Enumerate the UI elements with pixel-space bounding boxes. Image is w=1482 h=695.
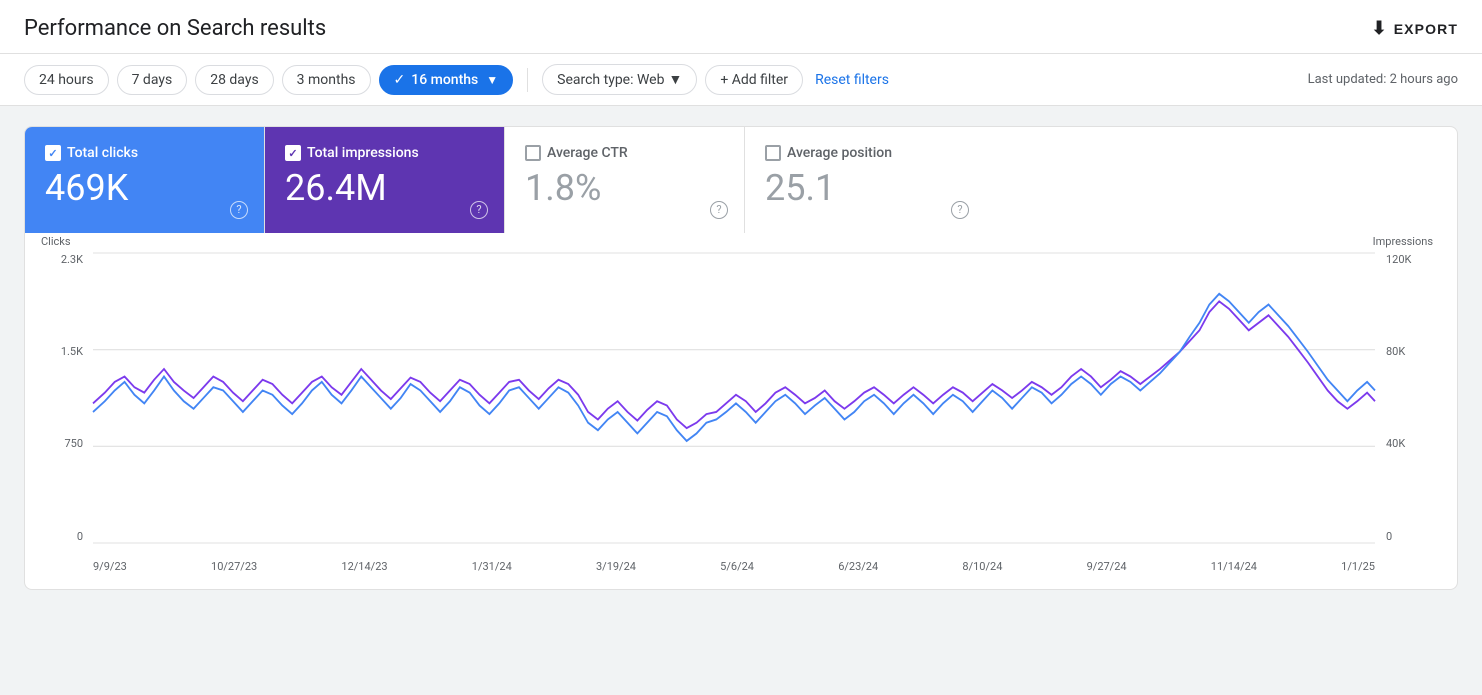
x-axis-labels: 9/9/23 10/27/23 12/14/23 1/31/24 3/19/24…	[93, 545, 1375, 573]
right-label-0: 120K	[1386, 253, 1411, 266]
metric-label-ctr: Average CTR	[547, 145, 628, 161]
checkbox-ctr[interactable]	[525, 145, 541, 161]
metric-value-position: 25.1	[765, 169, 965, 209]
metric-value-impressions: 26.4M	[285, 169, 484, 209]
metric-header-ctr: Average CTR	[525, 145, 724, 161]
x-label-6: 6/23/24	[838, 560, 878, 573]
x-label-7: 8/10/24	[962, 560, 1002, 573]
time-button-3m[interactable]: 3 months	[282, 65, 371, 95]
x-label-5: 5/6/24	[720, 560, 754, 573]
export-label: EXPORT	[1394, 21, 1458, 37]
chart-inner: Clicks Impressions 2.3K 1.5K 750 0 120K …	[41, 253, 1433, 573]
chart-svg	[93, 253, 1375, 543]
search-type-dropdown-icon: ▼	[668, 71, 682, 88]
search-type-button[interactable]: Search type: Web ▼	[542, 64, 697, 95]
last-updated-label: Last updated: 2 hours ago	[1308, 72, 1458, 87]
clicks-line	[93, 293, 1375, 440]
time-button-16m-label: 16 months	[411, 72, 478, 88]
help-icon-clicks[interactable]: ?	[230, 201, 248, 219]
chart-container: Clicks Impressions 2.3K 1.5K 750 0 120K …	[24, 233, 1458, 590]
checkbox-clicks[interactable]	[45, 145, 61, 161]
time-button-16m[interactable]: ✓ 16 months ▼	[379, 65, 514, 95]
metrics-row: Total clicks 469K ? Total impressions 26…	[24, 126, 1458, 233]
metric-header-impressions: Total impressions	[285, 145, 484, 161]
left-label-2: 750	[64, 437, 83, 450]
x-label-10: 1/1/25	[1341, 560, 1375, 573]
metric-value-clicks: 469K	[45, 169, 244, 209]
main-content: Total clicks 469K ? Total impressions 26…	[0, 106, 1482, 610]
right-y-axis: 120K 80K 40K 0	[1378, 253, 1433, 543]
help-icon-position[interactable]: ?	[951, 201, 969, 219]
metric-label-position: Average position	[787, 145, 892, 161]
metric-card-position[interactable]: Average position 25.1 ?	[745, 127, 985, 233]
dropdown-arrow-icon: ▼	[486, 73, 498, 87]
right-label-3: 0	[1386, 530, 1392, 543]
x-label-1: 10/27/23	[211, 560, 257, 573]
help-icon-impressions[interactable]: ?	[470, 201, 488, 219]
x-label-8: 9/27/24	[1087, 560, 1127, 573]
time-button-28d[interactable]: 28 days	[195, 65, 273, 95]
metric-card-clicks[interactable]: Total clicks 469K ?	[25, 127, 265, 233]
toolbar: 24 hours 7 days 28 days 3 months ✓ 16 mo…	[0, 54, 1482, 106]
add-filter-label: + Add filter	[720, 72, 788, 88]
export-icon: ⬇	[1372, 18, 1388, 39]
x-label-3: 1/31/24	[472, 560, 512, 573]
x-label-4: 3/19/24	[596, 560, 636, 573]
left-y-axis: 2.3K 1.5K 750 0	[41, 253, 91, 543]
right-axis-title: Impressions	[1373, 235, 1433, 248]
export-button[interactable]: ⬇ EXPORT	[1372, 18, 1459, 39]
page-title: Performance on Search results	[24, 16, 326, 41]
page: Performance on Search results ⬇ EXPORT 2…	[0, 0, 1482, 610]
metric-label-clicks: Total clicks	[67, 145, 138, 161]
help-icon-ctr[interactable]: ?	[710, 201, 728, 219]
time-button-7d[interactable]: 7 days	[117, 65, 188, 95]
checkbox-position[interactable]	[765, 145, 781, 161]
add-filter-button[interactable]: + Add filter	[705, 65, 803, 95]
left-label-3: 0	[77, 530, 83, 543]
x-label-0: 9/9/23	[93, 560, 127, 573]
x-label-9: 11/14/24	[1211, 560, 1257, 573]
checkbox-impressions[interactable]	[285, 145, 301, 161]
right-label-1: 80K	[1386, 345, 1405, 358]
x-label-2: 12/14/23	[341, 560, 387, 573]
metric-value-ctr: 1.8%	[525, 169, 724, 209]
reset-filters-button[interactable]: Reset filters	[815, 72, 889, 88]
metric-header-clicks: Total clicks	[45, 145, 244, 161]
left-label-0: 2.3K	[61, 253, 83, 266]
check-icon: ✓	[394, 72, 406, 88]
left-axis-title: Clicks	[41, 235, 71, 248]
left-label-1: 1.5K	[61, 345, 83, 358]
metric-card-impressions[interactable]: Total impressions 26.4M ?	[265, 127, 505, 233]
divider	[527, 68, 528, 92]
metric-card-ctr[interactable]: Average CTR 1.8% ?	[505, 127, 745, 233]
right-label-2: 40K	[1386, 437, 1405, 450]
chart-plot	[93, 253, 1375, 543]
header: Performance on Search results ⬇ EXPORT	[0, 0, 1482, 54]
metric-label-impressions: Total impressions	[307, 145, 419, 161]
time-button-24h[interactable]: 24 hours	[24, 65, 109, 95]
metric-header-position: Average position	[765, 145, 965, 161]
search-type-label: Search type: Web	[557, 72, 664, 88]
